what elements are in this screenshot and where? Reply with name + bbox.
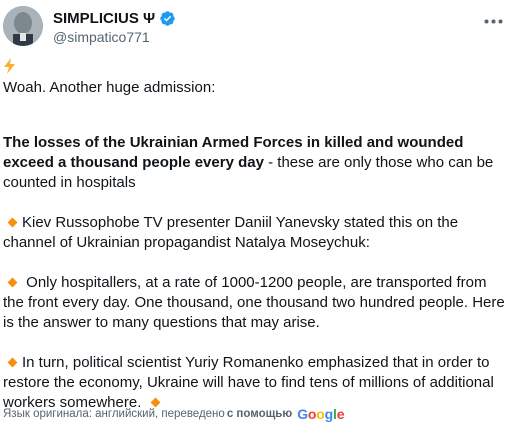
- post-paragraph-5: In turn, political scientist Yuriy Roman…: [3, 353, 511, 413]
- post-paragraph-4: Only hospitallers, at a rate of 1000-120…: [3, 273, 511, 333]
- verified-badge-icon: [160, 11, 175, 26]
- author-name-row: SIMPLICIUS Ψ: [53, 10, 176, 27]
- orange-diamond-icon: [7, 357, 18, 368]
- post-line-1: [3, 58, 511, 78]
- lightning-icon: [4, 58, 15, 74]
- avatar[interactable]: [3, 6, 43, 46]
- post-paragraph-3: Kiev Russophobe TV presenter Daniil Yane…: [3, 213, 511, 253]
- google-logo-letter: e: [336, 406, 345, 422]
- tweet-header: SIMPLICIUS Ψ @simpatico771: [0, 0, 520, 50]
- post-paragraph-3-text: Kiev Russophobe TV presenter Daniil Yane…: [3, 214, 459, 251]
- post-paragraph-5-text: In turn, political scientist Yuriy Roman…: [3, 354, 494, 411]
- translation-prefix: Язык оригинала: английский, переведено: [3, 408, 225, 420]
- orange-diamond-icon: [7, 217, 18, 228]
- google-logo: Google: [297, 406, 344, 422]
- post-line-1-text: Woah. Another huge admission:: [3, 79, 216, 96]
- more-options-icon: [484, 19, 502, 23]
- google-logo-letter: G: [297, 406, 308, 422]
- post-paragraph-2: The losses of the Ukrainian Armed Forces…: [3, 133, 511, 193]
- google-logo-letter: o: [316, 406, 325, 422]
- ukraine-flag-icon: [17, 62, 33, 73]
- more-options-button[interactable]: [482, 10, 504, 32]
- google-logo-letter: o: [307, 406, 317, 422]
- avatar-icon: [3, 6, 43, 46]
- tweet-text: Woah. Another huge admission: The losses…: [3, 58, 511, 413]
- translation-note[interactable]: Язык оригинала: английский, переведено с…: [3, 406, 344, 422]
- google-logo-letter: g: [324, 406, 334, 422]
- post-paragraph-4-text: Only hospitallers, at a rate of 1000-120…: [3, 274, 505, 331]
- orange-diamond-icon: [7, 277, 18, 288]
- author-display-name[interactable]: SIMPLICIUS Ψ: [53, 10, 155, 27]
- author-handle[interactable]: @simpatico771: [53, 29, 150, 45]
- translation-with: с помощью: [226, 408, 293, 420]
- tweet: SIMPLICIUS Ψ @simpatico771 Woah. Another…: [0, 0, 520, 428]
